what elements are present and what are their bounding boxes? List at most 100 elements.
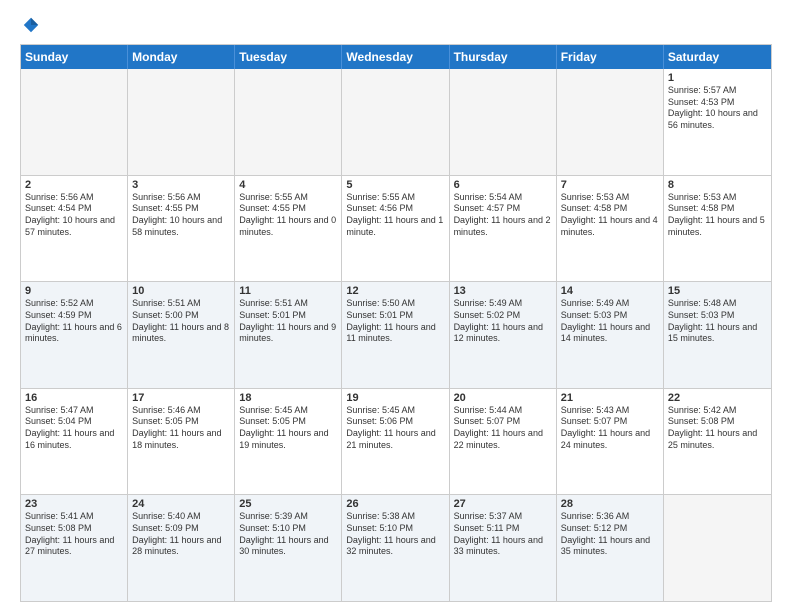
day-info: Sunrise: 5:52 AM Sunset: 4:59 PM Dayligh… (25, 298, 123, 345)
day-info: Sunrise: 5:51 AM Sunset: 5:00 PM Dayligh… (132, 298, 230, 345)
day-number: 19 (346, 392, 444, 404)
day-cell: 9Sunrise: 5:52 AM Sunset: 4:59 PM Daylig… (21, 282, 128, 388)
day-header-thursday: Thursday (450, 45, 557, 69)
day-info: Sunrise: 5:56 AM Sunset: 4:55 PM Dayligh… (132, 192, 230, 239)
day-number: 17 (132, 392, 230, 404)
day-cell: 19Sunrise: 5:45 AM Sunset: 5:06 PM Dayli… (342, 389, 449, 495)
day-info: Sunrise: 5:36 AM Sunset: 5:12 PM Dayligh… (561, 511, 659, 558)
day-number: 14 (561, 285, 659, 297)
day-cell (450, 69, 557, 175)
day-number: 10 (132, 285, 230, 297)
day-cell: 16Sunrise: 5:47 AM Sunset: 5:04 PM Dayli… (21, 389, 128, 495)
day-header-tuesday: Tuesday (235, 45, 342, 69)
logo-icon (22, 16, 40, 34)
day-info: Sunrise: 5:54 AM Sunset: 4:57 PM Dayligh… (454, 192, 552, 239)
day-number: 11 (239, 285, 337, 297)
day-number: 23 (25, 498, 123, 510)
day-cell: 1Sunrise: 5:57 AM Sunset: 4:53 PM Daylig… (664, 69, 771, 175)
day-info: Sunrise: 5:39 AM Sunset: 5:10 PM Dayligh… (239, 511, 337, 558)
day-header-sunday: Sunday (21, 45, 128, 69)
day-info: Sunrise: 5:37 AM Sunset: 5:11 PM Dayligh… (454, 511, 552, 558)
week-row-3: 9Sunrise: 5:52 AM Sunset: 4:59 PM Daylig… (21, 281, 771, 388)
day-number: 20 (454, 392, 552, 404)
day-number: 28 (561, 498, 659, 510)
day-info: Sunrise: 5:43 AM Sunset: 5:07 PM Dayligh… (561, 405, 659, 452)
day-number: 8 (668, 179, 767, 191)
day-info: Sunrise: 5:40 AM Sunset: 5:09 PM Dayligh… (132, 511, 230, 558)
day-header-monday: Monday (128, 45, 235, 69)
week-row-5: 23Sunrise: 5:41 AM Sunset: 5:08 PM Dayli… (21, 494, 771, 601)
day-number: 2 (25, 179, 123, 191)
day-cell: 11Sunrise: 5:51 AM Sunset: 5:01 PM Dayli… (235, 282, 342, 388)
day-number: 9 (25, 285, 123, 297)
day-info: Sunrise: 5:45 AM Sunset: 5:05 PM Dayligh… (239, 405, 337, 452)
day-cell (342, 69, 449, 175)
day-cell: 2Sunrise: 5:56 AM Sunset: 4:54 PM Daylig… (21, 176, 128, 282)
day-info: Sunrise: 5:53 AM Sunset: 4:58 PM Dayligh… (561, 192, 659, 239)
day-info: Sunrise: 5:55 AM Sunset: 4:56 PM Dayligh… (346, 192, 444, 239)
day-cell: 26Sunrise: 5:38 AM Sunset: 5:10 PM Dayli… (342, 495, 449, 601)
day-info: Sunrise: 5:38 AM Sunset: 5:10 PM Dayligh… (346, 511, 444, 558)
day-cell (21, 69, 128, 175)
day-cell: 10Sunrise: 5:51 AM Sunset: 5:00 PM Dayli… (128, 282, 235, 388)
day-cell: 25Sunrise: 5:39 AM Sunset: 5:10 PM Dayli… (235, 495, 342, 601)
day-cell: 8Sunrise: 5:53 AM Sunset: 4:58 PM Daylig… (664, 176, 771, 282)
day-info: Sunrise: 5:49 AM Sunset: 5:02 PM Dayligh… (454, 298, 552, 345)
day-cell: 3Sunrise: 5:56 AM Sunset: 4:55 PM Daylig… (128, 176, 235, 282)
day-headers-row: SundayMondayTuesdayWednesdayThursdayFrid… (21, 45, 771, 69)
day-info: Sunrise: 5:42 AM Sunset: 5:08 PM Dayligh… (668, 405, 767, 452)
day-number: 13 (454, 285, 552, 297)
day-cell: 23Sunrise: 5:41 AM Sunset: 5:08 PM Dayli… (21, 495, 128, 601)
day-cell: 17Sunrise: 5:46 AM Sunset: 5:05 PM Dayli… (128, 389, 235, 495)
page-header (20, 16, 772, 34)
day-number: 16 (25, 392, 123, 404)
day-cell (557, 69, 664, 175)
day-number: 4 (239, 179, 337, 191)
day-number: 12 (346, 285, 444, 297)
day-header-wednesday: Wednesday (342, 45, 449, 69)
day-info: Sunrise: 5:57 AM Sunset: 4:53 PM Dayligh… (668, 85, 767, 132)
day-info: Sunrise: 5:41 AM Sunset: 5:08 PM Dayligh… (25, 511, 123, 558)
day-cell (128, 69, 235, 175)
day-info: Sunrise: 5:46 AM Sunset: 5:05 PM Dayligh… (132, 405, 230, 452)
day-info: Sunrise: 5:45 AM Sunset: 5:06 PM Dayligh… (346, 405, 444, 452)
day-cell: 7Sunrise: 5:53 AM Sunset: 4:58 PM Daylig… (557, 176, 664, 282)
day-number: 7 (561, 179, 659, 191)
day-info: Sunrise: 5:50 AM Sunset: 5:01 PM Dayligh… (346, 298, 444, 345)
day-cell: 5Sunrise: 5:55 AM Sunset: 4:56 PM Daylig… (342, 176, 449, 282)
day-info: Sunrise: 5:44 AM Sunset: 5:07 PM Dayligh… (454, 405, 552, 452)
day-number: 26 (346, 498, 444, 510)
day-number: 5 (346, 179, 444, 191)
day-cell: 4Sunrise: 5:55 AM Sunset: 4:55 PM Daylig… (235, 176, 342, 282)
day-info: Sunrise: 5:56 AM Sunset: 4:54 PM Dayligh… (25, 192, 123, 239)
day-cell: 24Sunrise: 5:40 AM Sunset: 5:09 PM Dayli… (128, 495, 235, 601)
day-number: 27 (454, 498, 552, 510)
day-cell: 18Sunrise: 5:45 AM Sunset: 5:05 PM Dayli… (235, 389, 342, 495)
day-cell: 28Sunrise: 5:36 AM Sunset: 5:12 PM Dayli… (557, 495, 664, 601)
day-info: Sunrise: 5:48 AM Sunset: 5:03 PM Dayligh… (668, 298, 767, 345)
day-info: Sunrise: 5:49 AM Sunset: 5:03 PM Dayligh… (561, 298, 659, 345)
day-info: Sunrise: 5:53 AM Sunset: 4:58 PM Dayligh… (668, 192, 767, 239)
day-cell: 20Sunrise: 5:44 AM Sunset: 5:07 PM Dayli… (450, 389, 557, 495)
day-cell: 12Sunrise: 5:50 AM Sunset: 5:01 PM Dayli… (342, 282, 449, 388)
day-number: 21 (561, 392, 659, 404)
day-info: Sunrise: 5:55 AM Sunset: 4:55 PM Dayligh… (239, 192, 337, 239)
day-number: 1 (668, 72, 767, 84)
week-row-2: 2Sunrise: 5:56 AM Sunset: 4:54 PM Daylig… (21, 175, 771, 282)
day-cell: 14Sunrise: 5:49 AM Sunset: 5:03 PM Dayli… (557, 282, 664, 388)
day-header-saturday: Saturday (664, 45, 771, 69)
day-cell (235, 69, 342, 175)
day-number: 6 (454, 179, 552, 191)
day-cell: 21Sunrise: 5:43 AM Sunset: 5:07 PM Dayli… (557, 389, 664, 495)
day-number: 25 (239, 498, 337, 510)
day-number: 24 (132, 498, 230, 510)
day-number: 18 (239, 392, 337, 404)
day-cell: 15Sunrise: 5:48 AM Sunset: 5:03 PM Dayli… (664, 282, 771, 388)
day-header-friday: Friday (557, 45, 664, 69)
day-number: 3 (132, 179, 230, 191)
calendar: SundayMondayTuesdayWednesdayThursdayFrid… (20, 44, 772, 602)
day-number: 15 (668, 285, 767, 297)
day-info: Sunrise: 5:51 AM Sunset: 5:01 PM Dayligh… (239, 298, 337, 345)
day-number: 22 (668, 392, 767, 404)
calendar-weeks: 1Sunrise: 5:57 AM Sunset: 4:53 PM Daylig… (21, 69, 771, 601)
